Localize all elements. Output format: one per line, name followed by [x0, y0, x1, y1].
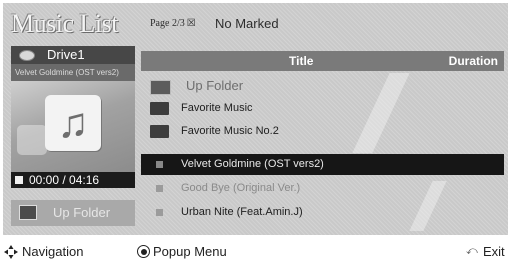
- folder-up-icon: [19, 205, 37, 220]
- list-item-track[interactable]: Good Bye (Original Ver.): [141, 178, 504, 199]
- list-item-label: Good Bye (Original Ver.): [181, 182, 301, 194]
- folder-up-icon: [150, 80, 171, 95]
- exit-icon: ⤺: [466, 245, 478, 257]
- list-item-track[interactable]: Urban Nite (Feat.Amin.J): [141, 202, 504, 223]
- navigation-arrows-icon: [4, 245, 18, 259]
- ok-button-icon: [137, 245, 150, 258]
- page-indicator: Page 2/3 ☒: [150, 18, 197, 29]
- column-title: Title: [289, 54, 314, 68]
- page-number: Page 2/3: [150, 18, 185, 29]
- column-duration: Duration: [448, 54, 498, 68]
- mark-checkbox-icon: ☒: [186, 18, 196, 29]
- list-item-label: Favorite Music No.2: [181, 125, 279, 137]
- drive-label: Drive1: [47, 47, 85, 62]
- list-item-folder[interactable]: Favorite Music No.2: [141, 121, 504, 142]
- stop-icon: [15, 176, 23, 184]
- playback-time: 00:00 / 04:16: [11, 172, 135, 188]
- list-item-label: Velvet Goldmine (OST vers2): [181, 158, 324, 170]
- up-folder-label: Up Folder: [53, 205, 111, 220]
- current-track-title: Velvet Goldmine (OST vers2): [11, 64, 135, 81]
- music-file-icon: [156, 185, 163, 192]
- list-item-label: Up Folder: [186, 78, 244, 93]
- exit-label[interactable]: Exit: [483, 244, 505, 259]
- music-note-icon: ♫: [45, 95, 101, 151]
- tv-screen: Music List Page 2/3 ☒ No Marked Drive1 Ve…: [3, 3, 508, 235]
- now-playing-panel: Drive1 Velvet Goldmine (OST vers2) ♫ 00:…: [11, 46, 135, 231]
- page-title: Music List: [11, 9, 118, 38]
- popup-menu-label: Popup Menu: [153, 244, 227, 259]
- list-header: Title Duration: [141, 51, 504, 71]
- music-file-list: Title Duration Up Folder Favorite Music …: [141, 51, 504, 231]
- disk-icon: [19, 50, 35, 61]
- list-item-label: Favorite Music: [181, 102, 253, 114]
- up-folder-button[interactable]: Up Folder: [11, 200, 135, 226]
- list-item-label: Urban Nite (Feat.Amin.J): [181, 206, 303, 218]
- list-item-up-folder[interactable]: Up Folder: [141, 76, 504, 97]
- mark-status: No Marked: [215, 16, 279, 31]
- key-guide-bar: Navigation Popup Menu ⤺ Exit: [0, 241, 511, 267]
- list-item-folder[interactable]: Favorite Music: [141, 98, 504, 119]
- music-file-icon: [156, 161, 163, 168]
- drive-selector[interactable]: Drive1: [11, 46, 135, 64]
- folder-icon: [150, 125, 169, 138]
- time-readout: 00:00 / 04:16: [29, 173, 100, 187]
- folder-icon: [150, 102, 169, 115]
- list-item-track-selected[interactable]: Velvet Goldmine (OST vers2): [141, 154, 504, 175]
- album-art-shadow: [17, 125, 47, 155]
- music-file-icon: [156, 209, 163, 216]
- album-art: ♫: [11, 81, 135, 172]
- navigation-label: Navigation: [22, 244, 84, 259]
